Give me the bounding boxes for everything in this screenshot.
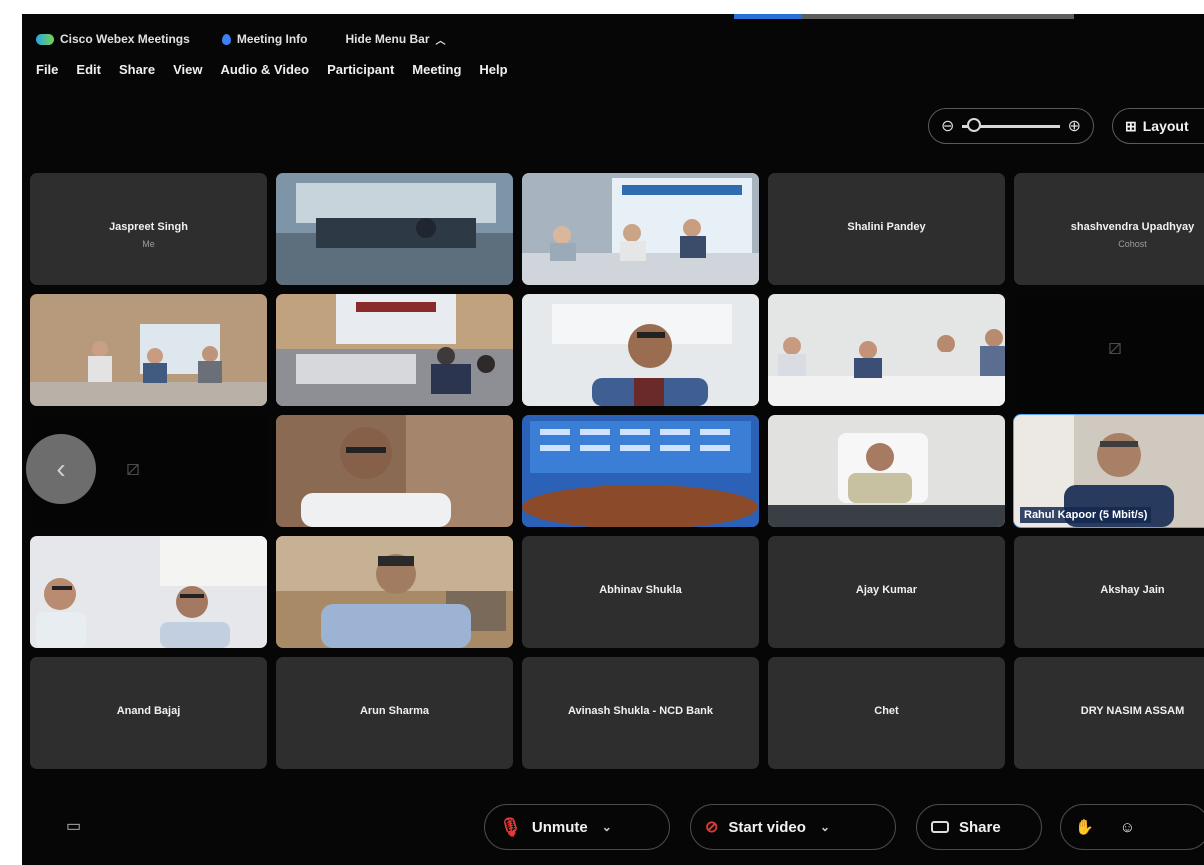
scroll-left-button[interactable]: ‹ <box>26 434 96 504</box>
participant-name: Arun Sharma <box>359 705 430 717</box>
video-tile[interactable] <box>30 536 267 648</box>
participant-name: Avinash Shukla - NCD Bank <box>567 705 714 717</box>
video-feed-image <box>276 294 513 406</box>
webex-window: Cisco Webex Meetings Meeting Info Hide M… <box>22 14 1204 865</box>
participant-tile-avinash-shukla-ncd-bank[interactable]: Avinash Shukla - NCD Bank <box>522 657 759 769</box>
video-feed-image <box>276 173 513 285</box>
reactions-icon[interactable]: ☺ <box>1120 819 1135 836</box>
chevron-left-icon: ‹ <box>56 453 66 484</box>
start-video-button[interactable]: ⊘ Start video ⌄ <box>690 804 896 850</box>
zoom-slider[interactable] <box>962 117 1060 132</box>
meeting-info-label: Meeting Info <box>236 32 308 46</box>
more-controls: ✋ ☺ <box>1060 804 1204 850</box>
zoom-control[interactable]: ⊖ ⊕ <box>928 108 1094 144</box>
video-feed-image <box>30 294 267 406</box>
control-bar: ▭ 🎙 Unmute ⌄ ⊘ Start video ⌄ Share ✋ ☺ <box>22 804 1204 854</box>
zoom-slider-knob[interactable] <box>967 117 982 132</box>
participant-tile-akshay-jain[interactable]: Akshay Jain <box>1014 536 1204 648</box>
participant-tile-ajay-kumar[interactable]: Ajay Kumar <box>768 536 1005 648</box>
participant-role: Cohost <box>1118 239 1147 249</box>
participant-tile-chet[interactable]: Chet <box>768 657 1005 769</box>
menu-item-edit[interactable]: Edit <box>76 62 101 77</box>
microphone-muted-icon: 🎙 <box>499 816 522 837</box>
info-icon <box>221 33 231 45</box>
camera-off-tile[interactable]: ⧄ <box>1014 294 1204 406</box>
video-tile[interactable] <box>522 173 759 285</box>
menu-bar: File Edit Share View Audio & Video Participan… <box>36 62 508 77</box>
participant-name: Jaspreet Singh <box>109 221 188 233</box>
participant-tile-shashvendra-upadhyay[interactable]: shashvendra Upadhyay Cohost <box>1014 173 1204 285</box>
menu-item-participant[interactable]: Participant <box>327 62 394 77</box>
unmute-label: Unmute <box>531 818 588 836</box>
menu-item-help[interactable]: Help <box>479 62 507 77</box>
video-feed-image <box>768 294 1005 406</box>
share-button[interactable]: Share <box>916 804 1042 850</box>
share-icon <box>931 821 949 833</box>
participant-name: Akshay Jain <box>1100 584 1165 596</box>
chevron-up-icon: ︿ <box>435 35 446 47</box>
video-feed-image <box>522 415 759 527</box>
layout-icon: ⊞ <box>1125 117 1137 134</box>
menu-item-share[interactable]: Share <box>119 62 155 77</box>
video-feed-image <box>768 415 1005 527</box>
video-tile[interactable]: Rahul Kapoor (5 Mbit/s) <box>1013 414 1204 528</box>
chevron-down-icon[interactable]: ⌄ <box>820 820 830 834</box>
video-feed-image <box>276 536 513 648</box>
video-grid: Jaspreet Singh Me Shalini Pandey shashvendr… <box>30 173 1204 769</box>
zoom-in-icon[interactable]: ⊕ <box>1068 116 1081 136</box>
video-tile[interactable] <box>276 173 513 285</box>
camera-off-icon: ⧄ <box>126 455 140 480</box>
zoom-out-icon[interactable]: ⊖ <box>941 116 954 136</box>
active-speaker-label: Rahul Kapoor (5 Mbit/s) <box>1020 507 1152 523</box>
hide-menu-label: Hide Menu Bar <box>345 32 430 46</box>
hand-icon[interactable]: ✋ <box>1075 818 1094 836</box>
video-feed-image <box>276 415 513 527</box>
app-title-text: Cisco Webex Meetings <box>60 32 190 46</box>
captions-icon[interactable]: ▭ <box>66 816 81 836</box>
chevron-down-icon[interactable]: ⌄ <box>602 820 612 834</box>
camera-off-icon: ⧄ <box>1108 334 1122 359</box>
menu-item-meeting[interactable]: Meeting <box>412 62 461 77</box>
video-feed-image <box>522 294 759 406</box>
menu-item-view[interactable]: View <box>173 62 202 77</box>
hide-menu-button[interactable]: Hide Menu Bar ︿ <box>346 32 446 47</box>
video-tile[interactable] <box>276 294 513 406</box>
participant-tile-anand-bajaj[interactable]: Anand Bajaj <box>30 657 267 769</box>
unmute-button[interactable]: 🎙 Unmute ⌄ <box>484 804 670 850</box>
participant-name: DRY NASIM ASSAM <box>1080 705 1185 717</box>
participant-name: shashvendra Upadhyay <box>1070 221 1195 233</box>
camera-off-icon: ⊘ <box>705 819 719 836</box>
participant-name: Ajay Kumar <box>855 584 918 596</box>
participant-name: Abhinav Shukla <box>599 584 682 596</box>
video-tile[interactable] <box>768 415 1005 527</box>
loading-progress <box>734 14 802 19</box>
video-feed-image <box>522 173 759 285</box>
titlebar: Cisco Webex Meetings Meeting Info Hide M… <box>22 28 1204 50</box>
participant-tile-shalini-pandey[interactable]: Shalini Pandey <box>768 173 1005 285</box>
video-tile[interactable] <box>522 294 759 406</box>
video-tile[interactable] <box>276 536 513 648</box>
video-tile[interactable] <box>276 415 513 527</box>
participant-tile-dry-nasim-assam[interactable]: DRY NASIM ASSAM <box>1014 657 1204 769</box>
layout-button[interactable]: ⊞ Layout <box>1112 108 1204 144</box>
participant-tile-jaspreet-singh[interactable]: Jaspreet Singh Me <box>30 173 267 285</box>
app-title[interactable]: Cisco Webex Meetings <box>36 32 190 46</box>
layout-label: Layout <box>1142 118 1189 134</box>
participant-name: Chet <box>874 705 899 717</box>
start-video-label: Start video <box>728 818 806 836</box>
video-tile[interactable] <box>768 294 1005 406</box>
participant-name: Shalini Pandey <box>847 221 926 233</box>
meeting-info-button[interactable]: Meeting Info <box>221 32 308 46</box>
participant-role: Me <box>142 239 155 249</box>
participant-tile-abhinav-shukla[interactable]: Abhinav Shukla <box>522 536 759 648</box>
participant-tile-arun-sharma[interactable]: Arun Sharma <box>276 657 513 769</box>
participant-name: Anand Bajaj <box>116 705 181 717</box>
menu-item-file[interactable]: File <box>36 62 58 77</box>
share-label: Share <box>959 818 1001 836</box>
webex-logo-icon <box>36 33 54 45</box>
video-tile[interactable] <box>30 294 267 406</box>
menu-item-audio-video[interactable]: Audio & Video <box>221 62 310 77</box>
video-tile[interactable] <box>522 415 759 527</box>
video-feed-image <box>30 536 267 648</box>
